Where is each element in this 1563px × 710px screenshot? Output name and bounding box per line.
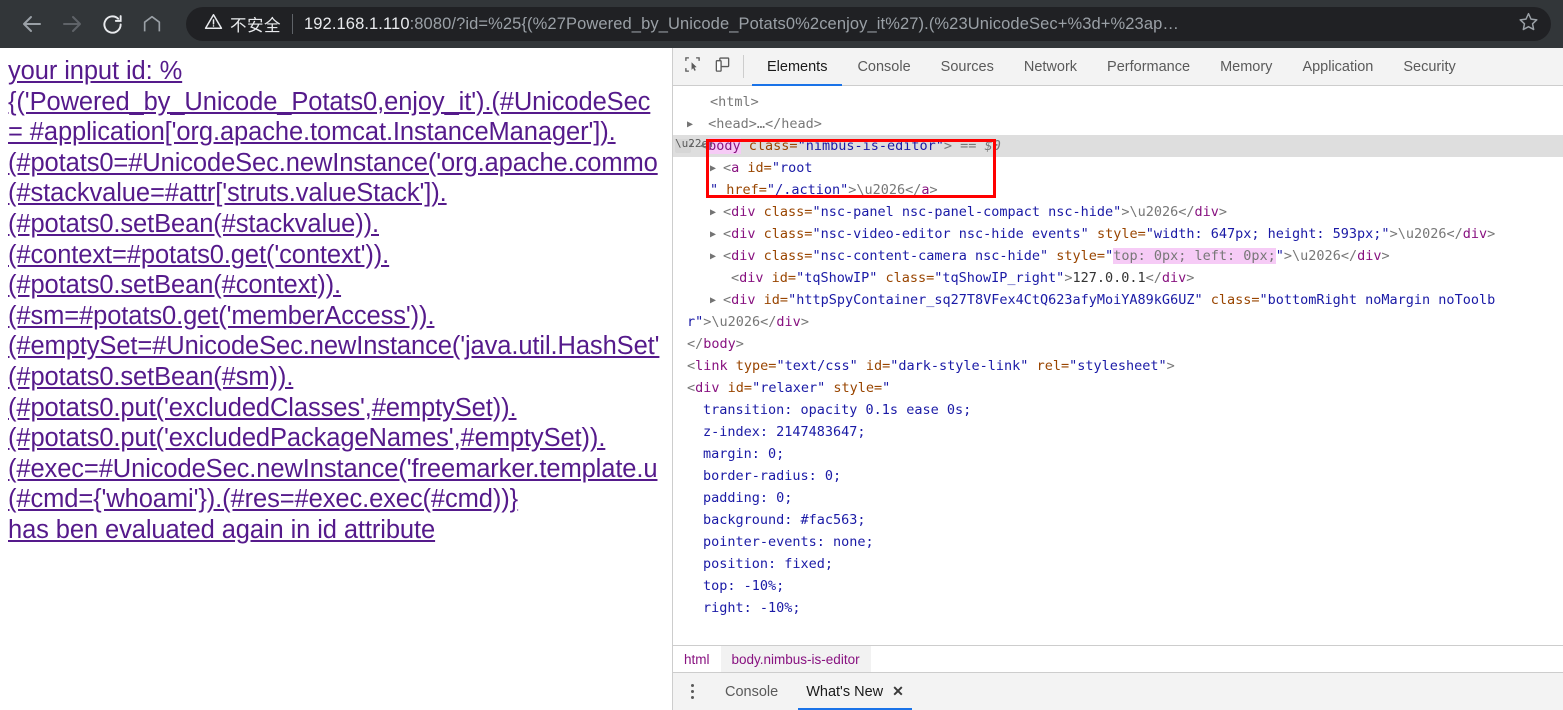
tab-console[interactable]: Console: [842, 48, 925, 85]
tab-elements[interactable]: Elements: [752, 48, 843, 86]
devtools-panel: Elements Console Sources Network Perform…: [672, 48, 1563, 710]
drawer-tab-whats-new-label: What's New: [806, 683, 884, 700]
kebab-menu-icon: [690, 684, 694, 699]
inspect-element-button[interactable]: [677, 48, 707, 85]
expand-triangle-icon[interactable]: [710, 158, 723, 179]
close-icon[interactable]: ✕: [892, 683, 904, 700]
dom-node-body-close[interactable]: </body>: [673, 333, 1563, 355]
device-toolbar-icon: [714, 56, 731, 78]
dom-node-head[interactable]: <head>…</head>: [673, 113, 1563, 135]
relaxer-style-line-0: transition: opacity 0.1s ease 0s;: [703, 402, 972, 418]
bookmark-button[interactable]: [1511, 7, 1545, 41]
relaxer-style-line-5: background: #fac563;: [703, 512, 866, 528]
dom-node-httpspy-line1[interactable]: <div id="httpSpyContainer_sq27T8VFex4CtQ…: [673, 289, 1563, 311]
dom-node-head-text: <head>…</head>: [708, 116, 822, 132]
star-icon: [1518, 11, 1539, 37]
tab-performance[interactable]: Performance: [1092, 48, 1205, 85]
url-text[interactable]: 192.168.1.110:8080/?id=%25{(%27Powered_b…: [304, 15, 1511, 34]
dom-breadcrumb: html body.nimbus-is-editor: [673, 645, 1563, 672]
devtools-toolbar: Elements Console Sources Network Perform…: [673, 48, 1563, 86]
relaxer-style-line-2: margin: 0;: [703, 446, 785, 462]
selected-node-marker: == $0: [960, 138, 1001, 154]
reload-button[interactable]: [92, 4, 132, 44]
dom-node-body[interactable]: \u22ef <body class="nimbus-is-editor"> =…: [673, 135, 1563, 157]
home-button[interactable]: [132, 4, 172, 44]
dom-body-close-bracket: >: [943, 138, 953, 154]
arrow-right-icon: [60, 12, 84, 36]
drawer-tab-console[interactable]: Console: [711, 673, 792, 710]
devtools-drawer: Console What's New ✕: [673, 672, 1563, 710]
back-button[interactable]: [12, 4, 52, 44]
relaxer-style-line-6: pointer-events: none;: [703, 534, 874, 550]
devtools-tab-strip: Elements Console Sources Network Perform…: [752, 48, 1471, 86]
tab-security[interactable]: Security: [1388, 48, 1470, 85]
home-icon: [141, 13, 163, 35]
tab-memory[interactable]: Memory: [1205, 48, 1287, 85]
dom-body-attr-name: class=: [748, 138, 798, 154]
inspect-element-icon: [684, 56, 701, 78]
url-path: :8080/?id=%25{(%27Powered_by_Unicode_Pot…: [409, 14, 1179, 33]
tab-application[interactable]: Application: [1287, 48, 1388, 85]
relaxer-style-line-1: z-index: 2147483647;: [703, 424, 866, 440]
relaxer-style-line-8: top: -10%;: [703, 578, 785, 594]
expand-triangle-icon[interactable]: [710, 224, 723, 245]
drawer-tab-whats-new[interactable]: What's New ✕: [792, 673, 918, 710]
relaxer-style-line-4: padding: 0;: [703, 490, 793, 506]
omnibox-divider: [292, 14, 293, 34]
device-toolbar-button[interactable]: [707, 48, 737, 85]
dom-node-anchor-line1[interactable]: <a id="root: [673, 157, 1563, 179]
dom-tree[interactable]: <html> <head>…</head> \u22ef <body class…: [673, 86, 1563, 645]
tab-sources[interactable]: Sources: [926, 48, 1009, 85]
warning-triangle-icon: [204, 12, 223, 36]
dom-node-anchor-line2[interactable]: " href="/.action">\u2026</a>: [673, 179, 1563, 201]
url-host: 192.168.1.110: [304, 14, 410, 33]
security-label: 不安全: [230, 17, 281, 35]
dom-anchor-href[interactable]: /.action: [775, 182, 840, 198]
tab-network[interactable]: Network: [1009, 48, 1092, 85]
forward-button[interactable]: [52, 4, 92, 44]
dom-node-nsc-content-camera[interactable]: <div class="nsc-content-camera nsc-hide"…: [673, 245, 1563, 267]
drawer-menu-button[interactable]: [673, 673, 711, 710]
security-status[interactable]: 不安全: [204, 12, 281, 36]
page-body: your input id: % {('Powered_by_Unicode_P…: [0, 48, 672, 546]
toolbar-divider: [743, 55, 744, 78]
expand-triangle-icon[interactable]: [687, 114, 700, 135]
dom-node-nsc-video-editor[interactable]: <div class="nsc-video-editor nsc-hide ev…: [673, 223, 1563, 245]
expand-triangle-icon[interactable]: [710, 246, 723, 267]
arrow-left-icon: [20, 12, 44, 36]
relaxer-style-line-3: border-radius: 0;: [703, 468, 842, 484]
node-overflow-menu-icon[interactable]: \u22ef: [675, 138, 715, 153]
relaxer-style-line-7: position: fixed;: [703, 556, 834, 572]
evaluated-payload-link[interactable]: your input id: % {('Powered_by_Unicode_P…: [8, 56, 672, 546]
expand-triangle-icon[interactable]: [710, 290, 723, 311]
dom-node-relaxer-open[interactable]: <div id="relaxer" style=": [673, 377, 1563, 399]
dom-node-nsc-panel[interactable]: <div class="nsc-panel nsc-panel-compact …: [673, 201, 1563, 223]
dom-node-html[interactable]: <html>: [673, 91, 1563, 113]
breadcrumb-item-body[interactable]: body.nimbus-is-editor: [720, 646, 871, 672]
browser-toolbar: 不安全 192.168.1.110:8080/?id=%25{(%27Power…: [0, 0, 1563, 48]
dom-node-link-stylesheet[interactable]: <link type="text/css" id="dark-style-lin…: [673, 355, 1563, 377]
relaxer-style-line-9: right: -10%;: [703, 600, 801, 616]
expand-triangle-icon[interactable]: [710, 202, 723, 223]
dom-node-tqshowip[interactable]: <div id="tqShowIP" class="tqShowIP_right…: [673, 267, 1563, 289]
page-viewport: your input id: % {('Powered_by_Unicode_P…: [0, 48, 672, 710]
dom-node-html-text: <html>: [710, 94, 759, 110]
dom-body-attr-value: "nimbus-is-editor": [797, 138, 944, 154]
breadcrumb-item-html[interactable]: html: [673, 646, 721, 672]
dom-style-highlight: top: 0px; left: 0px;: [1113, 248, 1276, 264]
reload-icon: [101, 13, 124, 36]
address-bar[interactable]: 不安全 192.168.1.110:8080/?id=%25{(%27Power…: [186, 7, 1551, 41]
dom-node-httpspy-line2[interactable]: r">\u2026</div>: [673, 311, 1563, 333]
